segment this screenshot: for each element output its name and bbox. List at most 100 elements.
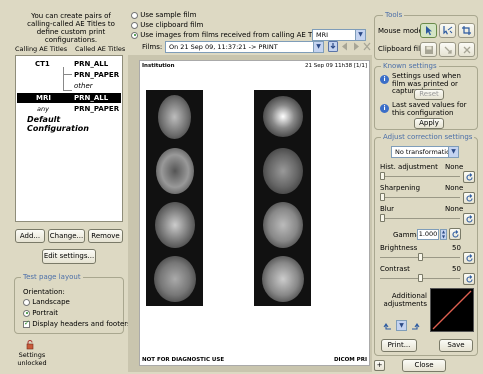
use-clipboard-film-option[interactable]: Use clipboard film — [131, 21, 203, 29]
ae-title-tree[interactable]: CT1 PRN_ALL PRN_PAPER other MRI PRN_ALL … — [15, 55, 123, 222]
film-footer-right: DICOM PRI — [333, 357, 367, 363]
blur-label: Blur — [380, 205, 395, 213]
film-header-right: 21 Sep 09 11h38 [1/1] — [305, 63, 367, 69]
settings-unlocked-icon[interactable] — [25, 340, 35, 350]
undo-adjust-icon[interactable] — [382, 320, 393, 331]
save-clipboard-button[interactable] — [420, 42, 437, 57]
transformation-value: No transformation — [395, 148, 455, 156]
mri-image — [146, 252, 203, 306]
use-clipboard-radio[interactable] — [131, 21, 138, 29]
slider-thumb[interactable] — [418, 253, 423, 261]
clear-clipboard-button[interactable] — [458, 42, 475, 57]
curve-preview[interactable] — [430, 288, 474, 332]
hist-reset-icon[interactable] — [463, 171, 475, 183]
tree-called-other[interactable]: other — [74, 82, 93, 90]
chevron-down-icon[interactable]: ▼ — [313, 42, 323, 52]
mri-image — [146, 144, 203, 198]
gamma-spinner[interactable]: ▲ ▼ — [440, 229, 447, 240]
known-settings-group: Known settings i Settings used when film… — [374, 62, 478, 130]
tree-line — [63, 67, 64, 90]
gamma-reset-icon[interactable] — [449, 228, 461, 240]
redo-adjust-icon[interactable] — [410, 320, 421, 331]
apply-button[interactable]: Apply — [414, 118, 444, 129]
film-header-left: Institution — [142, 63, 175, 69]
reset-button[interactable]: Reset — [414, 89, 444, 100]
contrast-reset-icon[interactable] — [463, 273, 475, 285]
tree-called-prn-paper-2[interactable]: PRN_PAPER — [74, 105, 119, 113]
previous-film-icon[interactable] — [340, 41, 350, 52]
sharpening-value: None — [445, 184, 464, 192]
tree-called-prn-paper-1[interactable]: PRN_PAPER — [74, 71, 119, 79]
pointer-tool-button[interactable] — [420, 23, 437, 38]
info-icon: i — [380, 104, 389, 113]
transformation-select[interactable]: No transformation ▼ — [391, 146, 459, 158]
save-button[interactable]: Save — [439, 339, 473, 352]
known-settings-title: Known settings — [381, 62, 439, 71]
intro-text: You can create pairs of calling-called A… — [27, 12, 115, 44]
slider-thumb[interactable] — [380, 172, 385, 180]
gamma-input[interactable]: 1.000 — [417, 229, 439, 240]
hist-adjustment-label: Hist. adjustment — [380, 163, 438, 171]
contrast-value: 50 — [452, 265, 461, 273]
mri-image — [254, 198, 311, 252]
use-received-radio[interactable] — [131, 31, 138, 39]
films-select[interactable]: On 21 Sep 09, 11:37:21 -> PRINT ▼ — [165, 41, 324, 53]
brightness-label: Brightness — [380, 244, 418, 252]
slider-thumb[interactable] — [380, 214, 385, 222]
slider-thumb[interactable] — [418, 274, 423, 282]
default-configuration[interactable]: Default Configuration — [27, 115, 122, 133]
last-saved-text: Last saved values for this configuration — [392, 101, 467, 117]
mri-image — [254, 144, 311, 198]
brightness-reset-icon[interactable] — [463, 252, 475, 264]
close-button[interactable]: Close — [402, 359, 446, 372]
display-headers-check[interactable] — [23, 319, 30, 328]
tree-calling-ct1[interactable]: CT1 — [35, 60, 50, 68]
tree-called-prn-all-2[interactable]: PRN_ALL — [74, 94, 108, 102]
use-clipboard-label: Use clipboard film — [140, 21, 204, 29]
contrast-slider[interactable] — [380, 274, 460, 284]
close-film-icon[interactable] — [362, 41, 372, 52]
use-received-label: Use images from films received from call… — [140, 31, 326, 39]
portrait-label: Portrait — [32, 309, 58, 317]
blur-value: None — [445, 205, 464, 213]
films-download-icon[interactable] — [328, 41, 338, 52]
edit-settings-button[interactable]: Edit settings... — [42, 249, 96, 264]
mri-image — [146, 90, 203, 144]
chevron-down-icon[interactable]: ▼ — [355, 30, 365, 40]
film-footer-left: NOT FOR DIAGNOSTIC USE — [142, 357, 225, 363]
film-page[interactable]: Institution 21 Sep 09 11h38 [1/1] NOT FO… — [139, 60, 370, 366]
calling-ae-titles-header: Calling AE Titles — [15, 45, 68, 53]
blur-slider[interactable] — [380, 214, 460, 224]
pan-tool-button[interactable] — [439, 23, 456, 38]
landscape-radio[interactable]: Landscape — [23, 298, 70, 306]
next-film-icon[interactable] — [351, 41, 361, 52]
calling-ae-title-select[interactable]: MRI ▼ — [312, 29, 366, 41]
brightness-slider[interactable] — [380, 253, 460, 263]
tree-called-prn-all-1[interactable]: PRN_ALL — [74, 60, 108, 68]
portrait-radio[interactable]: Portrait — [23, 309, 58, 317]
sharpening-reset-icon[interactable] — [463, 192, 475, 204]
hist-adjustment-slider[interactable] — [380, 172, 460, 182]
blur-reset-icon[interactable] — [463, 213, 475, 225]
remove-button[interactable]: Remove — [88, 229, 123, 243]
expand-button[interactable]: + — [374, 360, 385, 371]
display-headers-checkbox[interactable]: Display headers and footers — [23, 319, 131, 328]
use-received-option[interactable]: Use images from films received from call… — [131, 31, 325, 39]
landscape-radio-circle[interactable] — [23, 298, 30, 306]
mri-image — [254, 90, 311, 144]
sharpening-slider[interactable] — [380, 193, 460, 203]
add-button[interactable]: Add... — [15, 229, 45, 243]
portrait-radio-circle[interactable] — [23, 309, 30, 317]
slider-thumb[interactable] — [380, 193, 385, 201]
adjust-dropdown-icon[interactable]: ▼ — [396, 320, 407, 331]
use-sample-film-option[interactable]: Use sample film — [131, 11, 196, 19]
tree-calling-mri[interactable]: MRI — [36, 94, 51, 102]
display-headers-label: Display headers and footers — [32, 320, 131, 328]
print-button[interactable]: Print... — [381, 339, 417, 352]
change-button[interactable]: Change... — [48, 229, 85, 243]
tree-calling-any[interactable]: any — [37, 105, 49, 113]
copy-to-clipboard-button[interactable] — [439, 42, 456, 57]
crop-tool-button[interactable] — [458, 23, 475, 38]
chevron-down-icon[interactable]: ▼ — [448, 147, 458, 157]
use-sample-radio[interactable] — [131, 11, 138, 19]
